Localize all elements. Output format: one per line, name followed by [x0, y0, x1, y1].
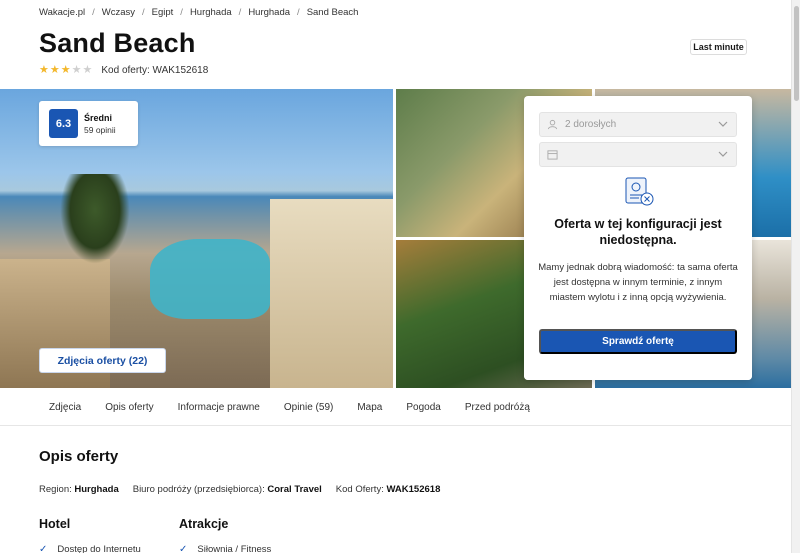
breadcrumb-separator: /: [142, 7, 145, 18]
hotel-amenities-title: Hotel: [39, 517, 71, 531]
star-rating: ★ ★ ★ ★ ★: [39, 65, 92, 76]
operator-label: Biuro podróży (przedsiębiorca):: [132, 484, 265, 495]
section-tabs: Zdjęcia Opis oferty Informacje prawne Op…: [0, 389, 791, 426]
check-icon: ✓: [179, 544, 188, 553]
operator-meta: Biuro podróży (przedsiębiorca): Coral Tr…: [133, 484, 322, 495]
tab-legal-info[interactable]: Informacje prawne: [166, 402, 272, 413]
unavailable-text: Mamy jednak dobrą wiadomość: ta sama ofe…: [538, 262, 738, 303]
calendar-icon: [546, 149, 558, 161]
page-title: Sand Beach: [39, 28, 196, 58]
last-minute-badge: Last minute: [690, 39, 747, 55]
amenity-label: Dostęp do Internetu: [57, 544, 141, 553]
attraction-label: Siłownia / Fitness: [197, 544, 272, 553]
score-text: Średni 59 opinii: [84, 112, 116, 136]
list-item: ✓ Dostęp do Internetu: [39, 544, 141, 553]
region-label: Region:: [39, 484, 72, 495]
guests-select[interactable]: 2 dorosłych: [539, 112, 737, 137]
check-offer-button[interactable]: Sprawdź ofertę: [539, 329, 737, 354]
list-item: ✓ Siłownia / Fitness: [179, 544, 271, 553]
star-icon: ★: [71, 64, 82, 76]
region-value: Hurghada: [74, 484, 119, 495]
breadcrumb-item[interactable]: Wczasy: [102, 7, 135, 18]
score-label: Średni: [84, 112, 113, 123]
tab-map[interactable]: Mapa: [345, 402, 394, 413]
tab-description[interactable]: Opis oferty: [93, 402, 165, 413]
operator-value: Coral Travel: [267, 484, 322, 495]
offer-meta: Region: Hurghada Biuro podróży (przedsię…: [39, 484, 440, 495]
tab-reviews[interactable]: Opinie (59): [272, 402, 345, 413]
breadcrumb: Wakacje.pl / Wczasy / Egipt / Hurghada / Hur…: [39, 7, 358, 18]
star-icon: ★: [82, 64, 93, 76]
chevron-down-icon: [718, 120, 728, 131]
scrollbar-thumb[interactable]: [794, 6, 799, 101]
star-icon: ★: [60, 64, 71, 76]
offer-photos-button[interactable]: Zdjęcia oferty (22): [39, 348, 166, 373]
score-badge: 6.3: [49, 109, 78, 138]
tab-weather[interactable]: Pogoda: [394, 402, 452, 413]
review-count: 59 opinii: [84, 124, 116, 135]
review-score-card[interactable]: 6.3 Średni 59 opinii: [39, 101, 138, 146]
chevron-down-icon: [718, 150, 728, 161]
date-select[interactable]: [539, 142, 737, 167]
photo-detail: [150, 239, 270, 319]
breadcrumb-separator: /: [180, 7, 183, 18]
check-icon: ✓: [39, 544, 48, 553]
person-icon: [546, 119, 558, 131]
tab-photos[interactable]: Zdjęcia: [37, 402, 93, 413]
unavailable-offer-popup: Oferta w tej konfiguracji jest niedostęp…: [524, 172, 752, 380]
code-value: WAK152618: [386, 484, 441, 495]
booking-panel: 2 dorosłych Oferta w tej konfiguracji je…: [524, 96, 752, 380]
code-label: Kod Oferty:: [335, 484, 384, 495]
region-meta: Region: Hurghada: [39, 484, 119, 495]
photo-detail: [270, 199, 393, 388]
breadcrumb-separator: /: [92, 7, 95, 18]
attractions-title: Atrakcje: [179, 517, 229, 531]
guests-value: 2 dorosłych: [565, 119, 617, 130]
page-scrollbar[interactable]: [791, 0, 800, 553]
photo-detail: [60, 174, 130, 264]
description-title: Opis oferty: [39, 448, 119, 465]
rating-row: ★ ★ ★ ★ ★ Kod oferty: WAK152618: [39, 65, 209, 77]
star-icon: ★: [49, 64, 60, 76]
breadcrumb-current: Sand Beach: [306, 7, 359, 18]
breadcrumb-item[interactable]: Wakacje.pl: [39, 7, 85, 18]
star-icon: ★: [39, 64, 49, 76]
breadcrumb-item[interactable]: Egipt: [152, 7, 174, 18]
breadcrumb-item[interactable]: Hurghada: [248, 7, 290, 18]
breadcrumb-separator: /: [238, 7, 242, 18]
breadcrumb-item[interactable]: Hurghada: [190, 7, 232, 18]
unavailable-title: Oferta w tej konfiguracji jest niedostęp…: [554, 217, 722, 247]
code-meta: Kod Oferty: WAK152618: [336, 484, 441, 495]
unavailable-ticket-icon: [622, 174, 656, 213]
breadcrumb-separator: /: [297, 7, 300, 18]
tab-before-travel[interactable]: Przed podróżą: [453, 402, 542, 413]
offer-code: Kod oferty: WAK152618: [101, 65, 209, 76]
